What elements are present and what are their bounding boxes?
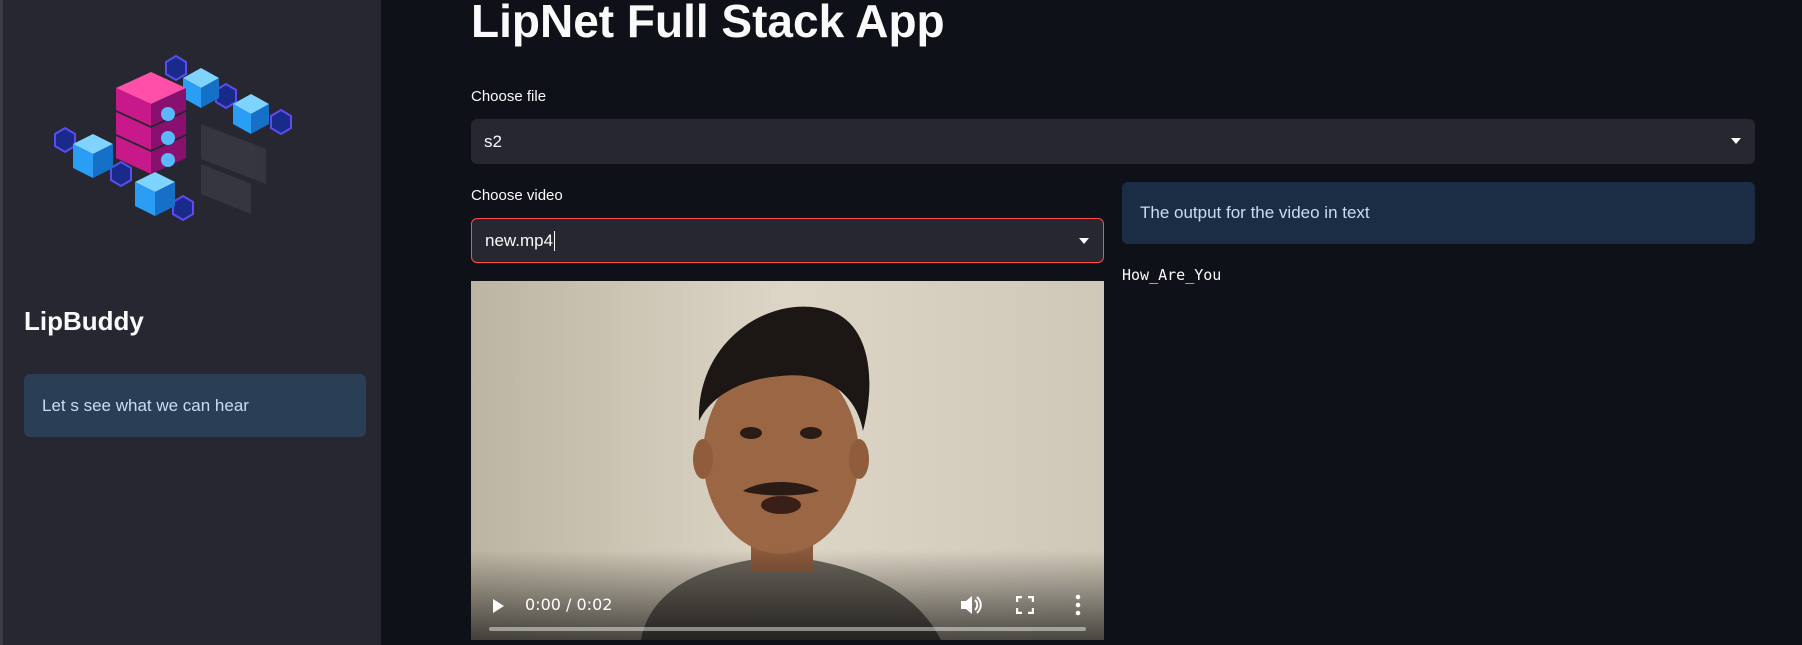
app-root: LipBuddy Let s see what we can hear LipN…	[0, 0, 1802, 645]
sidebar: LipBuddy Let s see what we can hear	[0, 0, 381, 645]
sidebar-info-text: Let s see what we can hear	[42, 395, 249, 415]
page-title: LipNet Full Stack App	[471, 0, 945, 47]
volume-icon[interactable]	[959, 594, 983, 616]
output-info-text: The output for the video in text	[1140, 203, 1370, 222]
chevron-down-icon	[1079, 238, 1089, 244]
sidebar-info-box: Let s see what we can hear	[24, 374, 366, 437]
video-progress-bar[interactable]	[489, 627, 1086, 631]
choose-file-value: s2	[484, 131, 502, 151]
main-content: LipNet Full Stack App Choose file s2 Cho…	[381, 0, 1802, 645]
more-vertical-icon[interactable]	[1074, 594, 1082, 616]
chevron-down-icon	[1731, 138, 1741, 144]
choose-video-value: new.mp4	[485, 230, 554, 250]
choose-video-select[interactable]: new.mp4	[471, 218, 1104, 263]
fullscreen-icon[interactable]	[1016, 596, 1034, 614]
sidebar-brand-title: LipBuddy	[24, 306, 144, 336]
video-controls: 0:00 / 0:02	[471, 550, 1104, 640]
choose-video-label: Choose video	[471, 187, 563, 204]
video-player[interactable]: 0:00 / 0:02	[471, 281, 1104, 640]
choose-file-label: Choose file	[471, 88, 547, 105]
output-info-box: The output for the video in text	[1122, 182, 1755, 244]
text-cursor	[554, 230, 556, 251]
video-time: 0:00 / 0:02	[525, 595, 613, 614]
choose-file-select[interactable]: s2	[471, 119, 1755, 164]
output-result-text: How_Are_You	[1122, 266, 1222, 284]
play-icon[interactable]	[493, 599, 504, 613]
isometric-server-blocks-logo	[54, 54, 292, 222]
